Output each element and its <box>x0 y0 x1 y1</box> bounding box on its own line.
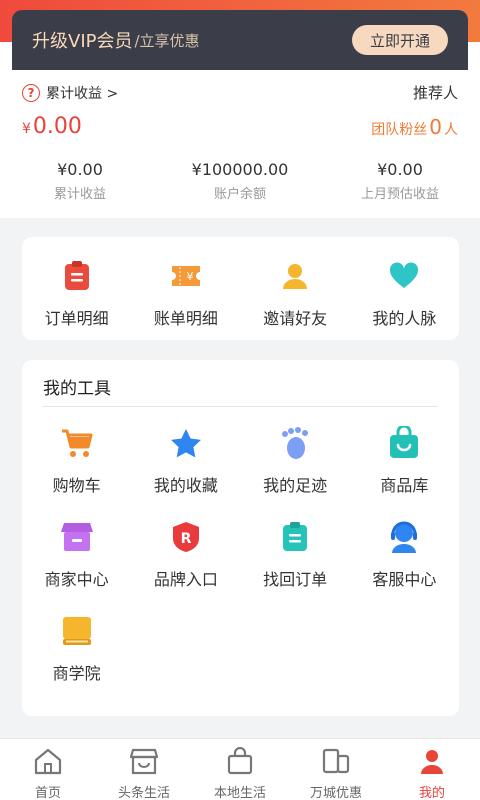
heart-icon <box>387 259 421 293</box>
vip-subtitle: /立享优惠 <box>134 31 200 50</box>
shop-icon <box>60 520 94 554</box>
store-icon <box>129 747 159 779</box>
tool-label: 我的收藏 <box>153 476 218 495</box>
person-icon <box>278 259 312 293</box>
stat-cumulative[interactable]: ¥0.00 累计收益 <box>0 160 160 202</box>
total-amount: ¥0.00 <box>22 114 82 139</box>
stat-value: ¥0.00 <box>57 160 103 179</box>
open-vip-button[interactable]: 立即开通 <box>352 25 448 55</box>
tool-label: 找回订单 <box>263 570 328 589</box>
tool-label: 我的足迹 <box>263 476 328 495</box>
order-clipboard-icon <box>60 259 94 293</box>
nav-mine[interactable]: 我的 <box>384 739 480 800</box>
quick-link-order-details[interactable]: 订单明细 <box>22 237 131 340</box>
tool-product-library[interactable]: 商品库 <box>350 426 459 496</box>
user-icon <box>417 747 447 779</box>
vip-title: 升级VIP会员 <box>32 31 133 52</box>
book-icon <box>60 614 94 648</box>
stat-label: 账户余额 <box>213 187 266 202</box>
vip-banner[interactable]: 升级VIP会员 /立享优惠 立即开通 <box>12 10 468 70</box>
tool-label: 商学院 <box>52 664 101 683</box>
coupon-icon <box>321 747 351 779</box>
nav-wancheng-discount[interactable]: 万城优惠 <box>288 739 384 800</box>
stat-last-month[interactable]: ¥0.00 上月预估收益 <box>320 160 480 202</box>
cart-icon <box>60 426 94 460</box>
bag-icon <box>387 426 421 460</box>
tools-card: 我的工具 购物车 我的收藏 我的足迹 商品库 商家中心 R 品牌入口 找回订单 … <box>22 360 459 716</box>
tool-brand-entrance[interactable]: R 品牌入口 <box>131 520 240 590</box>
quick-link-my-network[interactable]: 我的人脉 <box>350 237 459 340</box>
quick-link-label: 订单明细 <box>44 309 109 328</box>
svg-text:R: R <box>180 531 191 547</box>
fans-label: 团队粉丝 <box>371 122 428 138</box>
divider <box>43 406 438 407</box>
customer-service-icon <box>387 520 421 554</box>
quick-link-bill-details[interactable]: ¥ 账单明细 <box>131 237 240 340</box>
tool-merchant-center[interactable]: 商家中心 <box>22 520 131 590</box>
fans-unit: 人 <box>444 122 458 138</box>
bill-ticket-icon: ¥ <box>169 259 203 293</box>
stat-label: 上月预估收益 <box>360 187 439 202</box>
tool-label: 品牌入口 <box>153 570 218 589</box>
tool-business-school[interactable]: 商学院 <box>22 614 131 684</box>
stat-label: 累计收益 <box>53 187 106 202</box>
star-icon <box>169 426 203 460</box>
vip-banner-area: 升级VIP会员 /立享优惠 立即开通 <box>0 0 480 70</box>
quick-link-label: 账单明细 <box>153 309 218 328</box>
tool-label: 商品库 <box>380 476 429 495</box>
bottom-nav: 首页 头条生活 本地生活 万城优惠 我的 <box>0 738 480 800</box>
clipboard-icon <box>278 520 312 554</box>
quick-link-invite-friends[interactable]: 邀请好友 <box>241 237 350 340</box>
fans-count: 0 <box>429 115 442 139</box>
nav-home[interactable]: 首页 <box>0 739 96 800</box>
nav-label: 万城优惠 <box>309 786 362 800</box>
shopping-bag-icon <box>225 746 255 779</box>
team-fans[interactable]: 团队粉丝 0 人 <box>371 115 458 139</box>
stat-balance[interactable]: ¥100000.00 账户余额 <box>160 160 320 202</box>
tool-label: 客服中心 <box>372 570 437 589</box>
tool-favorites[interactable]: 我的收藏 <box>131 426 240 496</box>
yen-symbol: ¥ <box>22 121 31 137</box>
stat-value: ¥0.00 <box>377 160 423 179</box>
quick-links-card: 订单明细 ¥ 账单明细 邀请好友 我的人脉 <box>22 237 459 340</box>
stat-value: ¥100000.00 <box>191 160 289 179</box>
tool-footprints[interactable]: 我的足迹 <box>241 426 350 496</box>
brand-shield-icon: R <box>169 520 203 554</box>
tool-label: 购物车 <box>52 476 101 495</box>
total-amount-value: 0.00 <box>32 114 82 139</box>
tool-label: 商家中心 <box>44 570 109 589</box>
nav-label: 我的 <box>418 786 445 800</box>
earnings-panel: ? 累计收益 > 推荐人 ¥0.00 团队粉丝 0 人 ¥0.00 累计收益 ¥10… <box>0 70 480 218</box>
referrer-link[interactable]: 推荐人 <box>413 82 458 103</box>
nav-label: 本地生活 <box>213 786 266 800</box>
svg-text:¥: ¥ <box>186 270 193 283</box>
tool-cart[interactable]: 购物车 <box>22 426 131 496</box>
tools-title: 我的工具 <box>43 379 111 399</box>
home-icon <box>33 747 63 779</box>
nav-local-life[interactable]: 本地生活 <box>192 739 288 800</box>
tool-customer-service[interactable]: 客服中心 <box>350 520 459 590</box>
nav-label: 头条生活 <box>117 786 170 800</box>
cumulative-earnings-link[interactable]: 累计收益 > <box>46 83 118 103</box>
question-icon[interactable]: ? <box>22 83 40 102</box>
footprint-icon <box>278 426 312 460</box>
nav-label: 首页 <box>34 786 61 800</box>
nav-headline-life[interactable]: 头条生活 <box>96 739 192 800</box>
quick-link-label: 我的人脉 <box>372 309 437 328</box>
tool-recover-order[interactable]: 找回订单 <box>241 520 350 590</box>
quick-link-label: 邀请好友 <box>263 309 328 328</box>
